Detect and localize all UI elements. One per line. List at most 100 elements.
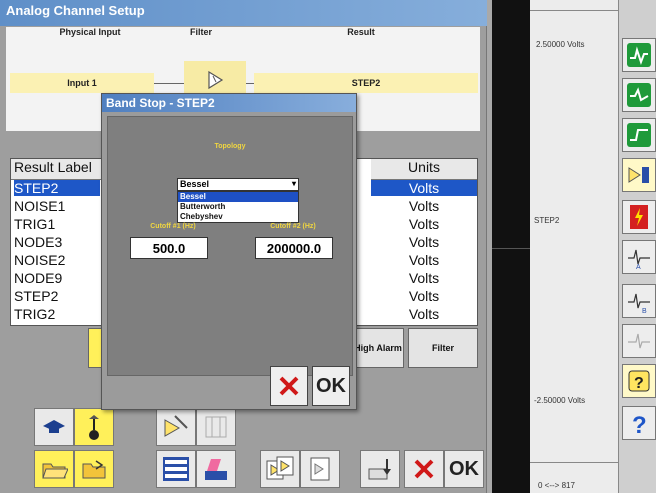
probe-down-button[interactable] — [360, 450, 400, 488]
save-folder-icon — [82, 460, 106, 479]
topology-dropdown-list: Bessel Butterworth Chebyshev — [177, 191, 299, 223]
filter-channel-button[interactable] — [622, 158, 656, 192]
high-alarm-button[interactable]: High Alarm — [352, 328, 404, 368]
paste-filter-button[interactable] — [300, 450, 340, 488]
channel-list-button[interactable] — [156, 450, 196, 488]
row-label: STEP2 — [14, 288, 59, 304]
filter-icon — [208, 70, 224, 90]
ok-button[interactable]: OK — [444, 450, 484, 488]
probe-button[interactable] — [74, 408, 114, 446]
filter-heading: Filter — [189, 27, 212, 37]
channel-list-icon — [163, 457, 189, 481]
hint-icon: ? — [628, 370, 650, 392]
row-units: Volts — [408, 288, 440, 304]
result-heading: Result — [347, 27, 375, 37]
paste-filter-icon — [310, 457, 330, 481]
svg-text:?: ? — [634, 375, 644, 392]
waveform-icon — [627, 123, 651, 147]
close-icon — [279, 376, 299, 396]
scope-view-button-2[interactable] — [622, 78, 656, 112]
flow-connector — [154, 83, 184, 84]
row-units: Volts — [408, 198, 440, 214]
probe-icon — [89, 415, 99, 440]
topology-selected-value: Bessel — [180, 179, 210, 189]
svg-text:B: B — [642, 308, 647, 314]
scale-top-label: 2.50000 Volts — [536, 40, 585, 49]
topology-option-chebyshev[interactable]: Chebyshev — [178, 212, 298, 222]
probe-down-icon — [368, 459, 391, 480]
col-units[interactable]: Units — [371, 159, 477, 180]
erase-button[interactable] — [196, 450, 236, 488]
cutoff2-input[interactable]: 200000.0 — [255, 237, 333, 259]
side-toolbar: A B ? ? — [618, 0, 656, 493]
chevron-down-icon[interactable]: ▾ — [292, 179, 296, 188]
filter-edit-button[interactable] — [156, 408, 196, 446]
eraser-icon — [205, 459, 227, 480]
result-box[interactable]: STEP2 — [254, 73, 478, 93]
help-icon: ? — [632, 412, 647, 436]
mask-icon — [205, 416, 227, 438]
scope-view-button-3[interactable] — [622, 118, 656, 152]
row-units: Volts — [408, 252, 440, 268]
physical-input-box[interactable]: Input 1 — [10, 73, 154, 93]
row-units: Volts — [408, 216, 440, 232]
scale-mid-label: STEP2 — [534, 216, 560, 225]
cursor-b-icon: B — [628, 293, 650, 314]
open-folder-icon — [42, 463, 68, 479]
row-label: NOISE2 — [14, 252, 66, 268]
row-label: TRIG2 — [14, 306, 56, 322]
row-label: TRIG1 — [14, 216, 56, 232]
measure-button[interactable] — [622, 324, 656, 358]
open-folder-button[interactable] — [34, 450, 74, 488]
scope-scale-panel: 2.50000 Volts STEP2 -2.50000 Volts 0 <--… — [530, 0, 618, 493]
scope-view-button-1[interactable] — [622, 38, 656, 72]
row-label: NODE9 — [14, 270, 63, 286]
cursor-a-button[interactable]: A — [622, 240, 656, 274]
scope-footer: 0 <--> 817 — [538, 481, 575, 490]
topology-option-butterworth[interactable]: Butterworth — [178, 202, 298, 212]
dialog-ok-button[interactable]: OK — [312, 366, 350, 406]
row-label: NODE3 — [14, 234, 63, 250]
copy-filter-button[interactable] — [260, 450, 300, 488]
graduation-cap-icon — [43, 420, 65, 433]
physical-input-heading: Physical Input — [59, 27, 121, 37]
cursor-a-icon: A — [628, 249, 650, 270]
row-units: Volts — [371, 180, 477, 196]
svg-text:A: A — [636, 264, 641, 270]
trace-line — [492, 248, 530, 249]
waveform-icon — [627, 43, 651, 67]
topology-option-bessel[interactable]: Bessel — [178, 192, 298, 202]
row-label: STEP2 — [14, 180, 100, 196]
hint-button[interactable]: ? — [622, 364, 656, 398]
topology-select[interactable]: Bessel ▾ — [177, 178, 299, 191]
measure-icon — [628, 333, 650, 349]
cursor-b-button[interactable]: B — [622, 284, 656, 318]
help-button[interactable]: ? — [622, 406, 656, 440]
row-units: Volts — [408, 234, 440, 250]
graduation-cap-button[interactable] — [34, 408, 74, 446]
filter-button[interactable]: Filter — [408, 328, 478, 368]
save-folder-button[interactable] — [74, 450, 114, 488]
close-icon — [414, 459, 434, 479]
filter-channel-icon — [628, 167, 649, 183]
mask-button[interactable] — [196, 408, 236, 446]
cutoff2-label: Cutoff #2 (Hz) — [270, 223, 316, 230]
cancel-button[interactable] — [404, 450, 444, 488]
topology-label: Topology — [214, 143, 246, 150]
scope-display — [492, 0, 530, 493]
row-units: Volts — [408, 270, 440, 286]
window-title: Analog Channel Setup — [0, 0, 487, 26]
dialog-title: Band Stop - STEP2 — [102, 94, 356, 112]
alarm-button[interactable] — [622, 200, 656, 234]
filter-edit-icon — [164, 415, 188, 437]
flow-connector-2 — [246, 83, 254, 84]
waveform-icon — [627, 83, 651, 107]
dialog-cancel-button[interactable] — [270, 366, 308, 406]
copy-filter-icon — [266, 456, 294, 480]
dialog-body: Topology Bessel ▾ Bessel Butterworth Che… — [107, 116, 353, 376]
row-units: Volts — [408, 306, 440, 322]
cutoff1-input[interactable]: 500.0 — [130, 237, 208, 259]
cutoff1-label: Cutoff #1 (Hz) — [150, 223, 196, 230]
lightning-icon — [630, 205, 648, 229]
row-label: NOISE1 — [14, 198, 66, 214]
